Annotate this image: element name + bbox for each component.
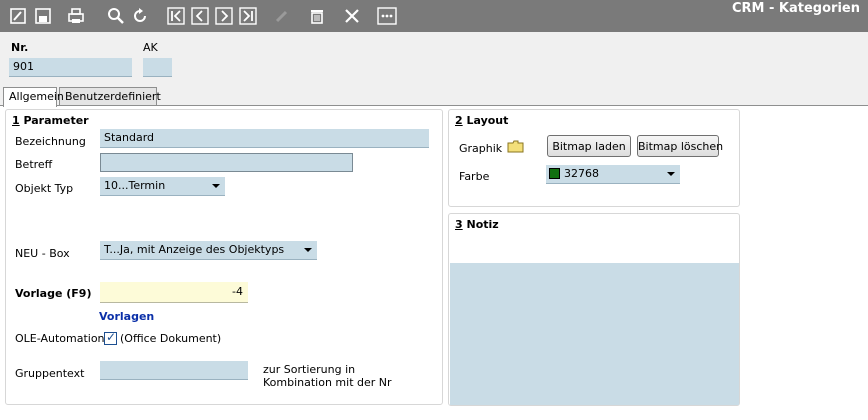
window-title: CRM - Kategorien [732,1,860,16]
print-icon[interactable] [66,6,86,26]
objekt-typ-select[interactable]: 10...Termin [100,177,225,196]
notiz-group: 3 Notiz [448,213,740,406]
layout-group: 2 Layout Graphik Bitmap laden Bitmap lös… [448,109,740,207]
notiz-title-text: Notiz [462,218,499,231]
notiz-title-number: 3 [455,218,463,231]
parameter-title-number: 1 [12,114,20,127]
ak-field[interactable] [143,58,172,77]
parameter-title-text: Parameter [19,114,89,127]
close-icon[interactable] [342,6,362,26]
neu-box-value: T...Ja, mit Anzeige des Objektyps [104,243,285,256]
chevron-down-icon [304,248,312,252]
refresh-icon[interactable] [130,6,150,26]
save-icon[interactable] [33,6,53,26]
last-record-icon[interactable] [238,6,258,26]
gruppentext-label: Gruppentext [15,367,85,380]
first-record-icon[interactable] [166,6,186,26]
chevron-down-icon [212,184,220,188]
betreff-input[interactable] [100,153,353,172]
gruppentext-hint-line1: zur Sortierung in [263,363,356,376]
parameter-group: 1 Parameter Bezeichnung Standard Betreff… [5,109,443,405]
notiz-textarea[interactable] [450,263,739,405]
color-swatch [549,168,560,179]
bitmap-loeschen-button[interactable]: Bitmap löschen [637,135,723,157]
delete-icon[interactable] [307,6,327,26]
farbe-value: 32768 [564,167,599,180]
farbe-select[interactable]: 32768 [546,165,680,184]
ole-automation-label: OLE-Automation [15,332,105,345]
next-record-icon[interactable] [214,6,234,26]
notiz-group-title: 3 Notiz [455,218,499,231]
bezeichnung-label: Bezeichnung [15,135,86,148]
checkmark-icon: ✓ [106,330,117,344]
farbe-label: Farbe [459,170,490,183]
objekt-typ-value: 10...Termin [104,179,166,192]
betreff-label: Betreff [15,158,53,171]
gruppentext-field[interactable] [100,361,248,380]
folder-icon[interactable] [507,140,525,154]
ak-label: AK [143,41,158,54]
nr-label: Nr. [11,41,29,54]
ole-automation-checkbox[interactable]: ✓ [104,330,117,345]
vorlage-label: Vorlage (F9) [15,287,92,300]
ole-automation-check-label: (Office Dokument) [120,332,222,345]
edit-icon[interactable] [8,6,28,26]
vorlagen-link[interactable]: Vorlagen [99,310,154,323]
neu-box-select[interactable]: T...Ja, mit Anzeige des Objektyps [100,241,317,260]
parameter-group-title: 1 Parameter [12,114,89,127]
previous-record-icon[interactable] [190,6,210,26]
layout-group-title: 2 Layout [455,114,508,127]
neu-box-label: NEU - Box [15,247,70,260]
graphik-label: Graphik [459,142,503,155]
bitmap-laden-button[interactable]: Bitmap laden [547,135,631,157]
nr-field[interactable]: 901 [9,58,132,77]
pencil-icon [272,6,292,26]
layout-title-number: 2 [455,114,463,127]
more-icon[interactable] [377,6,397,26]
chevron-down-icon [667,172,675,176]
bezeichnung-field[interactable]: Standard [100,129,429,148]
search-icon[interactable] [106,6,126,26]
layout-title-text: Layout [462,114,509,127]
tab-benutzerdefiniert[interactable]: Benutzerdefiniert [59,87,161,106]
tab-allgemein[interactable]: Allgemein [3,87,64,107]
gruppentext-hint-line2: Kombination mit der Nr [263,376,392,389]
record-header: Nr. 901 AK [0,32,868,86]
objekt-typ-label: Objekt Typ [15,182,74,195]
vorlage-field[interactable]: -4 [100,282,248,303]
toolbar: CRM - Kategorien [0,0,868,32]
